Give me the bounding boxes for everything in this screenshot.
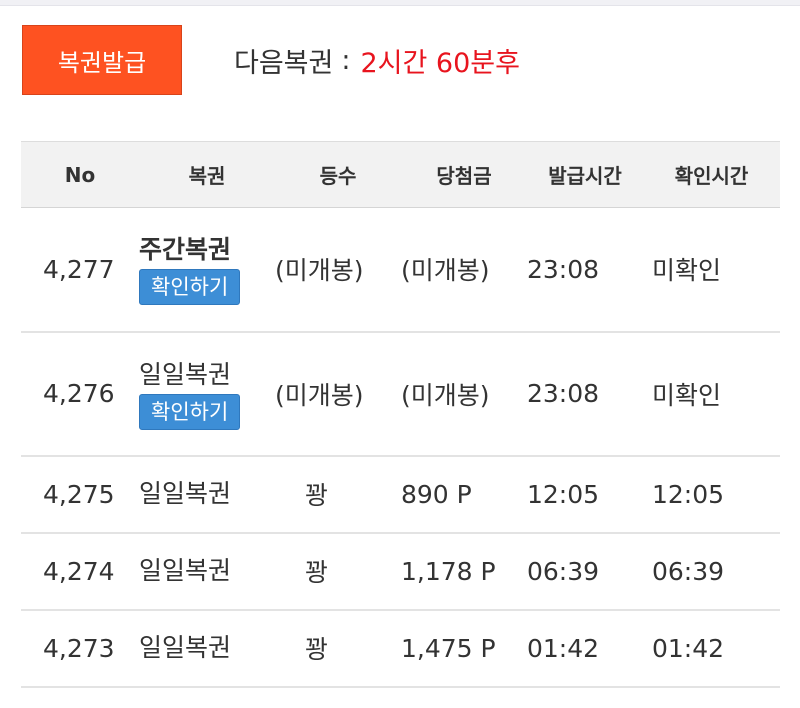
rank-cell: 꽝 <box>275 609 401 688</box>
ticket-name: 주간복권 <box>139 235 232 265</box>
table-row: 4,275 일일복권 꽝 890 P 12:05 12:05 <box>21 455 780 534</box>
column-header-prize-amount: 당첨금 <box>401 141 527 208</box>
checked-time-cell: 12:05 <box>643 455 780 534</box>
column-header-issued-time: 발급시간 <box>527 141 643 208</box>
ticket-cell: 일일복권 <box>139 532 275 611</box>
issued-time-cell: 06:39 <box>527 532 643 611</box>
table-row: 4,274 일일복권 꽝 1,178 P 06:39 06:39 <box>21 532 780 611</box>
next-lottery-separator: : <box>341 44 351 76</box>
issued-time-cell: 12:05 <box>527 455 643 534</box>
column-header-rank: 등수 <box>275 141 401 208</box>
issue-lottery-button[interactable]: 복권발급 <box>22 25 182 95</box>
ticket-cell: 일일복권 확인하기 <box>139 331 275 457</box>
issued-time-cell: 01:42 <box>527 609 643 688</box>
ticket-cell: 일일복권 <box>139 455 275 534</box>
issued-time-cell: 23:08 <box>527 207 643 333</box>
ticket-name: 일일복권 <box>139 359 232 389</box>
checked-time-cell: 01:42 <box>643 609 780 688</box>
prize-amount-cell: (미개봉) <box>401 331 527 457</box>
table-row: 4,277 주간복권 확인하기 (미개봉) (미개봉) 23:08 미확인 <box>21 207 780 333</box>
checked-time-cell: 06:39 <box>643 532 780 611</box>
row-number: 4,275 <box>21 455 139 534</box>
column-header-checked-time: 확인시간 <box>643 141 780 208</box>
issued-time-cell: 23:08 <box>527 331 643 457</box>
prize-amount-cell: 890 P <box>401 455 527 534</box>
table-header-row: No 복권 등수 당첨금 발급시간 확인시간 <box>21 141 780 208</box>
ticket-cell: 일일복권 <box>139 609 275 688</box>
row-number: 4,274 <box>21 532 139 611</box>
confirm-ticket-button[interactable]: 확인하기 <box>139 269 241 306</box>
ticket-name: 일일복권 <box>139 633 232 662</box>
next-lottery-label: 다음복권 <box>234 47 334 79</box>
prize-amount-cell: 1,475 P <box>401 609 527 688</box>
row-number: 4,276 <box>21 331 139 457</box>
ticket-cell: 주간복권 확인하기 <box>139 207 275 333</box>
top-divider <box>0 0 800 6</box>
confirm-ticket-button[interactable]: 확인하기 <box>139 393 241 430</box>
lottery-header: 복권발급 다음복권 : 2시간 60분후 <box>22 25 782 95</box>
row-number: 4,273 <box>21 609 139 688</box>
lottery-history-table: No 복권 등수 당첨금 발급시간 확인시간 4,277 주간복권 확인하기 (… <box>21 141 780 688</box>
rank-cell: 꽝 <box>275 455 401 534</box>
ticket-name: 일일복권 <box>139 556 232 585</box>
next-lottery-countdown: 2시간 60분후 <box>360 47 520 79</box>
rank-cell: (미개봉) <box>275 331 401 457</box>
row-number: 4,277 <box>21 207 139 333</box>
table-row: 4,273 일일복권 꽝 1,475 P 01:42 01:42 <box>21 609 780 688</box>
checked-status-cell: 미확인 <box>643 207 780 333</box>
column-header-no: No <box>21 141 139 208</box>
checked-status-cell: 미확인 <box>643 331 780 457</box>
ticket-name: 일일복권 <box>139 479 232 508</box>
rank-cell: 꽝 <box>275 532 401 611</box>
column-header-ticket: 복권 <box>139 141 275 208</box>
prize-amount-cell: (미개봉) <box>401 207 527 333</box>
table-row: 4,276 일일복권 확인하기 (미개봉) (미개봉) 23:08 미확인 <box>21 331 780 457</box>
prize-amount-cell: 1,178 P <box>401 532 527 611</box>
rank-cell: (미개봉) <box>275 207 401 333</box>
